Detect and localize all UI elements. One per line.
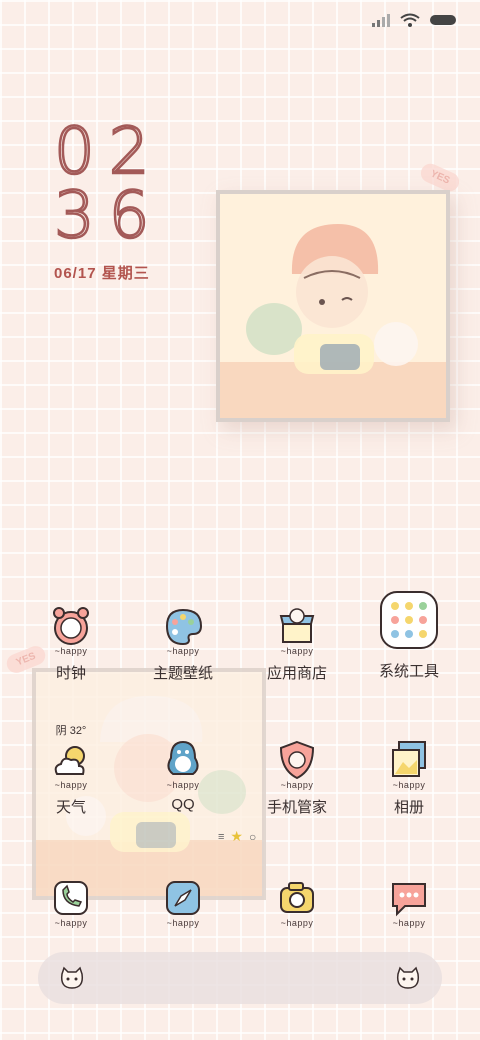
shop-icon	[275, 604, 319, 648]
weather-temperature: 阴 32°	[55, 725, 87, 737]
signal-icon	[372, 14, 390, 27]
app-label: 天气	[55, 799, 86, 816]
app-label: 应用商店	[266, 665, 327, 682]
app-messages[interactable]: ~happy	[354, 876, 464, 928]
app-phone-manager[interactable]: ~happy 手机管家	[242, 732, 352, 817]
dock-search-bar[interactable]	[38, 952, 442, 1004]
app-gallery[interactable]: ~happy 相册	[354, 732, 464, 817]
app-theme-wallpaper[interactable]: ~happy 主题壁纸	[128, 604, 238, 683]
shield-icon	[275, 738, 319, 782]
app-phone[interactable]: ~happy	[16, 876, 126, 928]
penguin-icon	[161, 738, 205, 782]
camera-icon	[275, 876, 319, 920]
page-indicator[interactable]: ≡ ★ ○	[218, 828, 256, 845]
app-label: 手机管家	[266, 799, 327, 816]
app-label: 系统工具	[378, 663, 439, 680]
cat-right-icon	[396, 966, 420, 989]
app-store[interactable]: ~happy 应用商店	[242, 604, 352, 683]
status-bar	[372, 10, 456, 30]
clock-date: 06/17 星期三	[54, 265, 150, 282]
menu-lines-icon: ≡	[218, 830, 225, 843]
phone-icon	[49, 876, 93, 920]
photo-frame-widget[interactable]	[216, 190, 450, 422]
app-weather[interactable]: 阴 32° ~happy 天气	[16, 725, 126, 817]
app-label: 主题壁纸	[152, 665, 213, 682]
clock-hour: 02	[53, 115, 164, 189]
weather-icon	[49, 738, 93, 782]
folder-icon	[379, 590, 439, 650]
app-clock[interactable]: ~happy 时钟	[16, 604, 126, 683]
boy-illustration	[246, 224, 418, 374]
cat-left-icon	[60, 966, 84, 989]
clock-minute: 36	[53, 179, 164, 253]
app-qq[interactable]: ~happy QQ	[128, 732, 238, 813]
clock-widget[interactable]: 02 36 06/17 星期三	[53, 115, 174, 283]
circle-dot-icon: ○	[248, 829, 257, 844]
app-camera[interactable]: ~happy	[242, 876, 352, 928]
app-system-tools-folder[interactable]: 系统工具	[354, 590, 464, 681]
app-label: 时钟	[55, 665, 86, 682]
app-browser[interactable]: ~happy	[128, 876, 238, 928]
app-label: 相册	[393, 799, 424, 816]
gallery-icon	[387, 738, 431, 782]
palette-icon	[161, 604, 205, 648]
wifi-icon	[400, 13, 420, 27]
battery-icon	[430, 15, 456, 25]
compass-icon	[161, 876, 205, 920]
app-label: QQ	[171, 796, 195, 813]
alarm-clock-icon	[49, 604, 93, 648]
star-icon: ★	[230, 828, 243, 844]
message-icon	[387, 876, 431, 920]
